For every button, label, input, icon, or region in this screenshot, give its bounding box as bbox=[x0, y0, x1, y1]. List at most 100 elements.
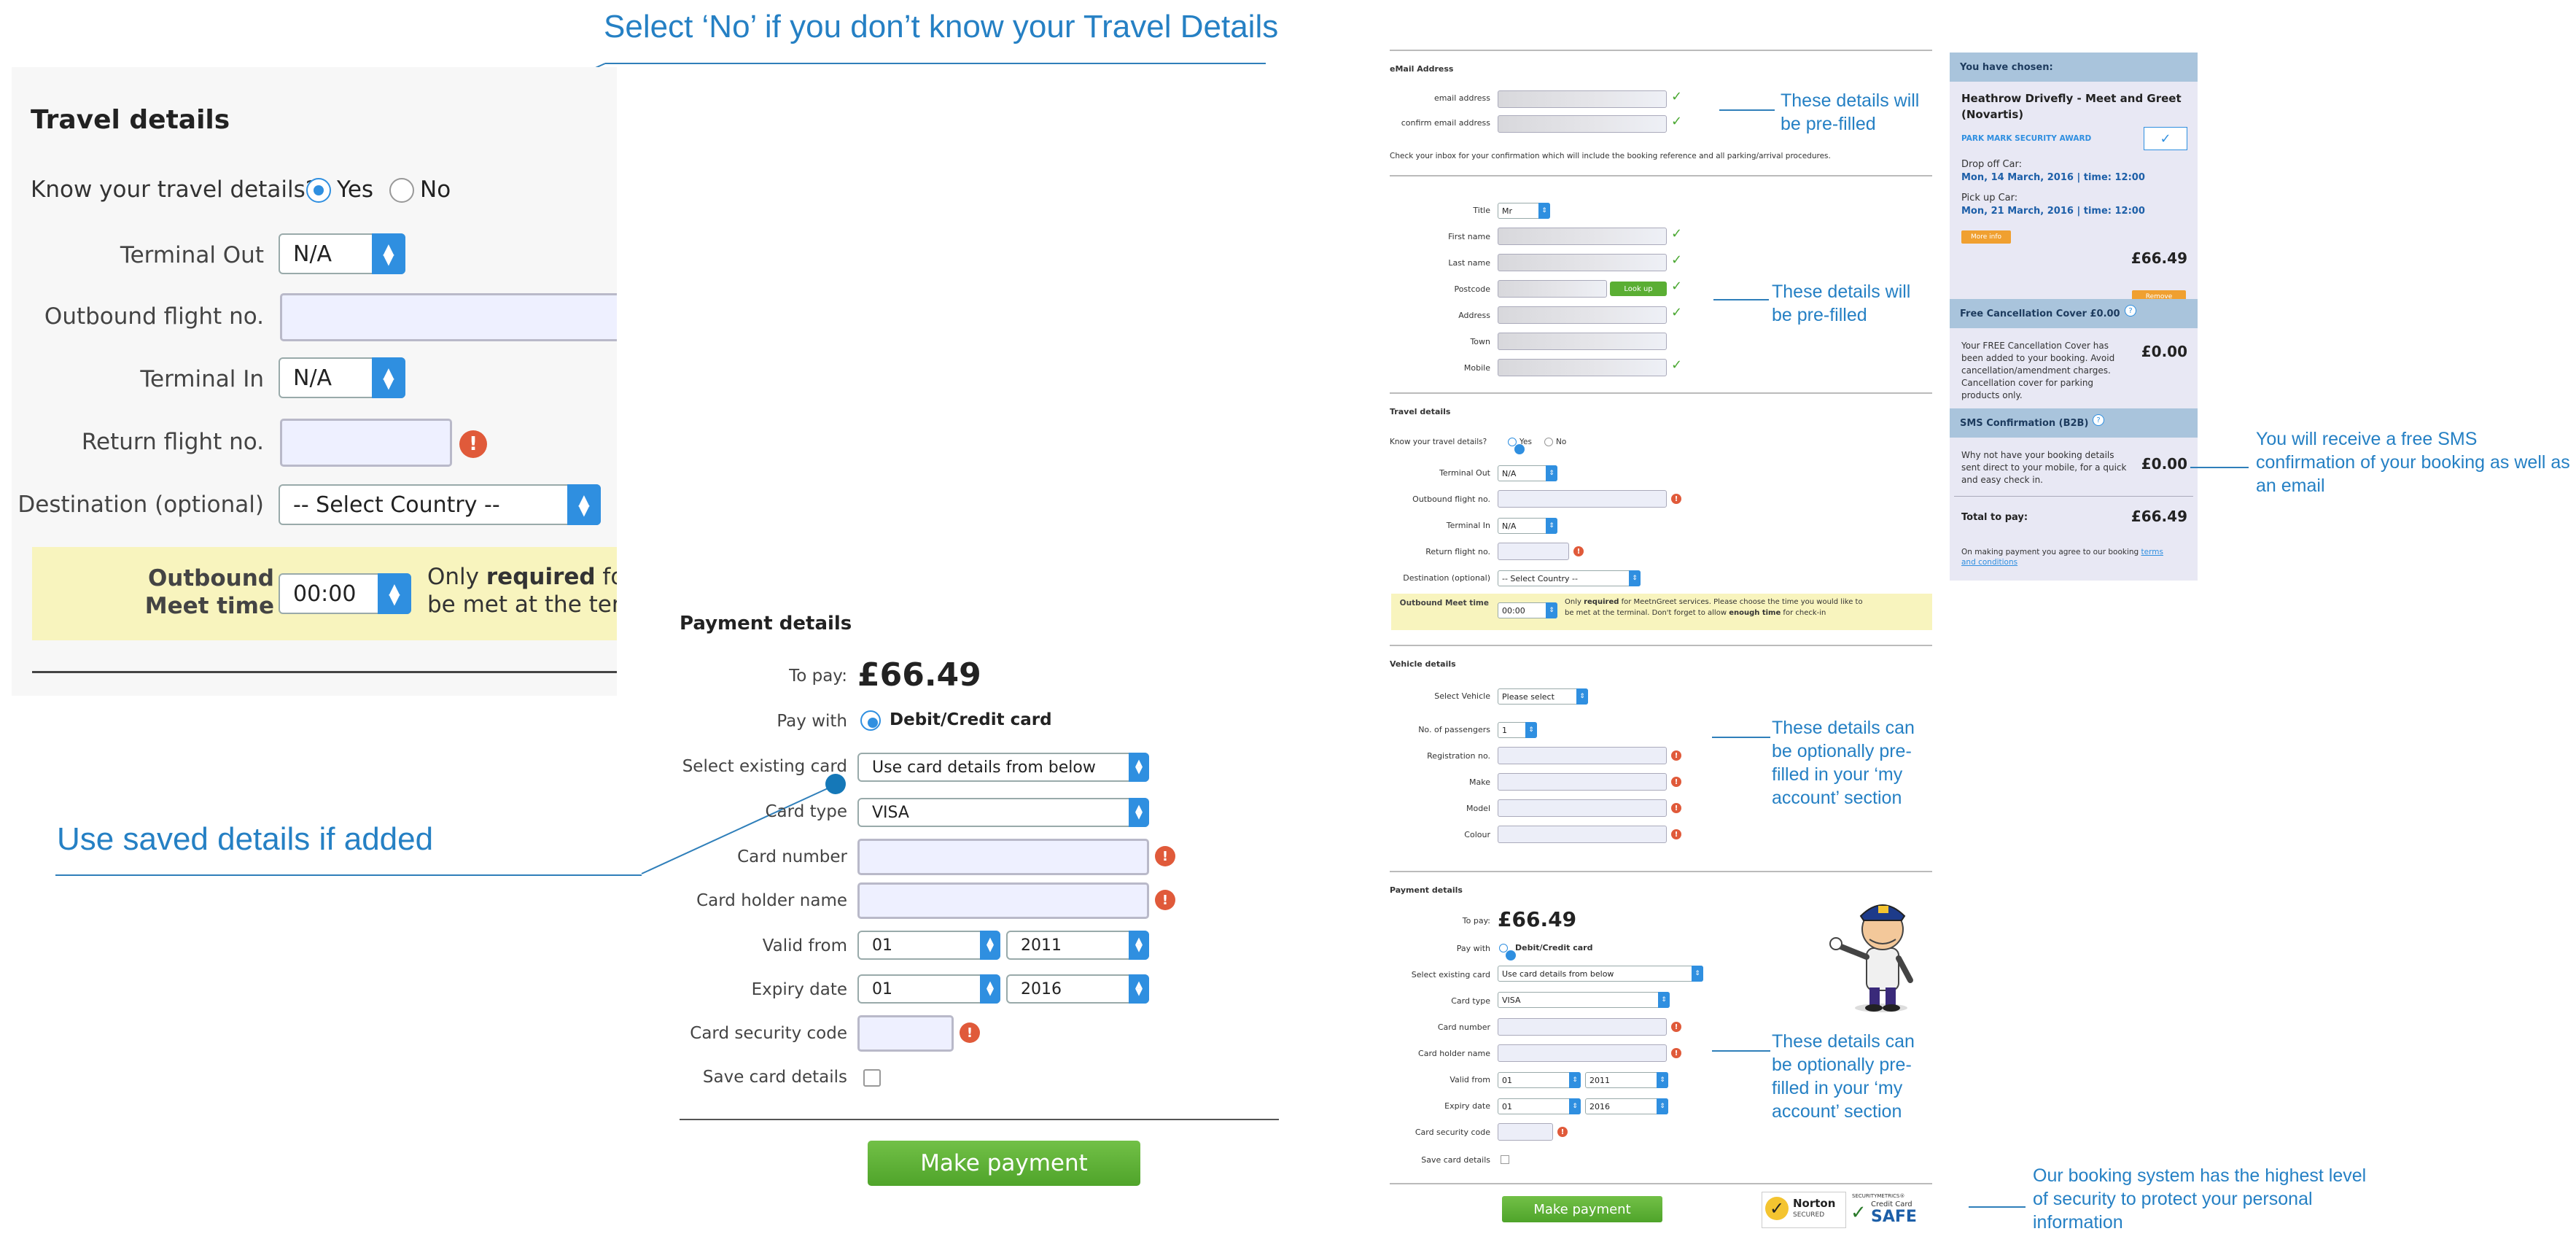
terminal-in-label: Terminal In bbox=[140, 366, 264, 392]
cancel-text: Your FREE Cancellation Cover has been ad… bbox=[1961, 341, 2115, 400]
valid-from-month-select[interactable]: 01 ▲ ▼ bbox=[857, 931, 1000, 960]
first-name-label: First name bbox=[1448, 232, 1490, 241]
expiry-year-select[interactable]: 2016 ▲ ▼ bbox=[1006, 974, 1149, 1004]
check-icon: ✓ bbox=[1671, 305, 1683, 320]
return-flight-label: Return flight no. bbox=[81, 429, 264, 455]
radio-debit-credit[interactable] bbox=[860, 710, 881, 731]
security-input[interactable] bbox=[1498, 1123, 1553, 1141]
destination-select[interactable]: -- Select Country -- ▲ ▼ bbox=[279, 484, 601, 525]
vehicle-section-title: Vehicle details bbox=[1390, 659, 1456, 669]
terminal-out-select[interactable]: N/A ⇕ bbox=[1498, 465, 1557, 481]
divider bbox=[1390, 392, 1932, 394]
select-vehicle-select[interactable]: Please select ⇕ bbox=[1498, 688, 1588, 705]
terminal-in-label: Terminal In bbox=[1446, 521, 1490, 530]
check-icon: ✓ bbox=[1671, 89, 1683, 104]
error-icon: ! bbox=[1573, 546, 1584, 556]
terminal-in-select[interactable]: N/A ⇕ bbox=[1498, 518, 1557, 534]
card-type-label: Card type bbox=[765, 802, 848, 821]
model-input[interactable] bbox=[1498, 799, 1667, 817]
chosen-header: You have chosen: bbox=[1950, 53, 2198, 82]
make-payment-button[interactable]: Make payment bbox=[1502, 1196, 1662, 1222]
sm-check-icon: ✓ bbox=[1851, 1202, 1867, 1224]
title-value: Mr bbox=[1502, 206, 1513, 216]
passengers-select[interactable]: 1 ⇕ bbox=[1498, 722, 1537, 738]
make-input[interactable] bbox=[1498, 773, 1667, 791]
meet-time-note: Only required forbe met at the term bbox=[427, 563, 617, 618]
first-name-input[interactable] bbox=[1498, 228, 1667, 245]
model-label: Model bbox=[1466, 804, 1490, 813]
chevron-updown-icon: ▲ ▼ bbox=[980, 974, 1000, 1004]
card-number-input[interactable] bbox=[857, 839, 1149, 875]
error-icon: ! bbox=[1671, 803, 1681, 813]
select-card-select[interactable]: Use card details from below ⇕ bbox=[1498, 966, 1703, 982]
pay-with-value: Debit/Credit card bbox=[890, 710, 1052, 729]
save-card-checkbox[interactable] bbox=[863, 1069, 881, 1087]
sm-safe: SAFE bbox=[1871, 1208, 1917, 1226]
valid-from-month: 01 bbox=[1502, 1075, 1512, 1085]
email-input[interactable] bbox=[1498, 90, 1667, 108]
more-info-button[interactable]: More info bbox=[1961, 230, 2011, 244]
town-input[interactable] bbox=[1498, 333, 1667, 350]
save-card-checkbox[interactable] bbox=[1501, 1155, 1509, 1164]
confirm-email-input[interactable] bbox=[1498, 115, 1667, 133]
expiry-month-select[interactable]: 01 ▲ ▼ bbox=[857, 974, 1000, 1004]
card-number-input[interactable] bbox=[1498, 1018, 1667, 1036]
meet-note-text: Only bbox=[427, 564, 486, 590]
passengers-label: No. of passengers bbox=[1418, 725, 1490, 734]
last-name-input[interactable] bbox=[1498, 254, 1667, 271]
radio-yes[interactable] bbox=[1508, 438, 1525, 454]
registration-input[interactable] bbox=[1498, 747, 1667, 764]
card-type-select[interactable]: VISA ⇕ bbox=[1498, 992, 1670, 1008]
check-icon: ✓ bbox=[1671, 357, 1683, 373]
info-icon[interactable]: ? bbox=[2125, 305, 2136, 317]
divider bbox=[1390, 1183, 1932, 1184]
norton-label: Norton bbox=[1793, 1197, 1836, 1210]
meet-time-select[interactable]: 00:00 ⇕ bbox=[1498, 602, 1557, 618]
select-card-select[interactable]: Use card details from below ▲ ▼ bbox=[857, 753, 1149, 782]
return-flight-input[interactable] bbox=[1498, 543, 1569, 560]
lookup-button[interactable]: Look up bbox=[1610, 282, 1667, 296]
radio-debit-credit[interactable] bbox=[1499, 944, 1516, 961]
terminal-out-select[interactable]: N/A ▲ ▼ bbox=[279, 233, 405, 274]
radio-yes[interactable] bbox=[306, 178, 331, 203]
email-label: email address bbox=[1433, 93, 1490, 103]
error-icon: ! bbox=[960, 1022, 980, 1043]
check-icon: ✓ bbox=[1671, 252, 1683, 268]
outbound-flight-input[interactable] bbox=[1498, 490, 1667, 508]
security-input[interactable] bbox=[857, 1015, 954, 1052]
to-pay-label: To pay: bbox=[1462, 916, 1490, 926]
chevron-updown-icon: ▲ ▼ bbox=[372, 233, 405, 274]
title-select[interactable]: Mr ⇕ bbox=[1498, 203, 1550, 219]
email-note: Check your inbox for your confirmation w… bbox=[1390, 152, 1831, 160]
expiry-month-select[interactable]: 01 ⇕ bbox=[1498, 1098, 1581, 1114]
sm-brand: SECURITYMETRICS® bbox=[1852, 1193, 1905, 1199]
radio-no[interactable] bbox=[389, 178, 414, 203]
return-flight-input[interactable] bbox=[280, 419, 452, 467]
valid-from-year-select[interactable]: 2011 ▲ ▼ bbox=[1006, 931, 1149, 960]
holder-input[interactable] bbox=[1498, 1044, 1667, 1062]
valid-from-label: Valid from bbox=[762, 936, 847, 955]
meet-time-select[interactable]: 00:00 ▲ ▼ bbox=[279, 573, 411, 614]
email-section-title: eMail Address bbox=[1390, 64, 1454, 74]
outbound-flight-input[interactable] bbox=[280, 293, 617, 341]
make-payment-button[interactable]: Make payment bbox=[868, 1141, 1140, 1186]
info-icon[interactable]: ? bbox=[2093, 414, 2104, 426]
card-type-value: VISA bbox=[1502, 995, 1521, 1005]
error-icon: ! bbox=[1671, 777, 1681, 787]
mobile-input[interactable] bbox=[1498, 359, 1667, 376]
radio-no[interactable] bbox=[1544, 438, 1553, 446]
colour-input[interactable] bbox=[1498, 826, 1667, 843]
valid-from-month-select[interactable]: 01 ⇕ bbox=[1498, 1072, 1581, 1088]
terminal-in-select[interactable]: N/A ▲ ▼ bbox=[279, 357, 405, 398]
securitymetrics-badge: SECURITYMETRICS® Credit Card SAFE ✓ bbox=[1849, 1192, 1932, 1227]
destination-select[interactable]: -- Select Country -- ⇕ bbox=[1498, 570, 1641, 586]
card-type-value: VISA bbox=[872, 803, 909, 822]
expiry-month: 01 bbox=[872, 979, 892, 998]
postcode-input[interactable] bbox=[1498, 280, 1607, 298]
card-type-select[interactable]: VISA ▲ ▼ bbox=[857, 798, 1149, 827]
holder-input[interactable] bbox=[857, 882, 1149, 919]
address-input[interactable] bbox=[1498, 306, 1667, 324]
return-flight-label: Return flight no. bbox=[1425, 547, 1490, 556]
expiry-year-select[interactable]: 2016 ⇕ bbox=[1585, 1098, 1668, 1114]
valid-from-year-select[interactable]: 2011 ⇕ bbox=[1585, 1072, 1668, 1088]
